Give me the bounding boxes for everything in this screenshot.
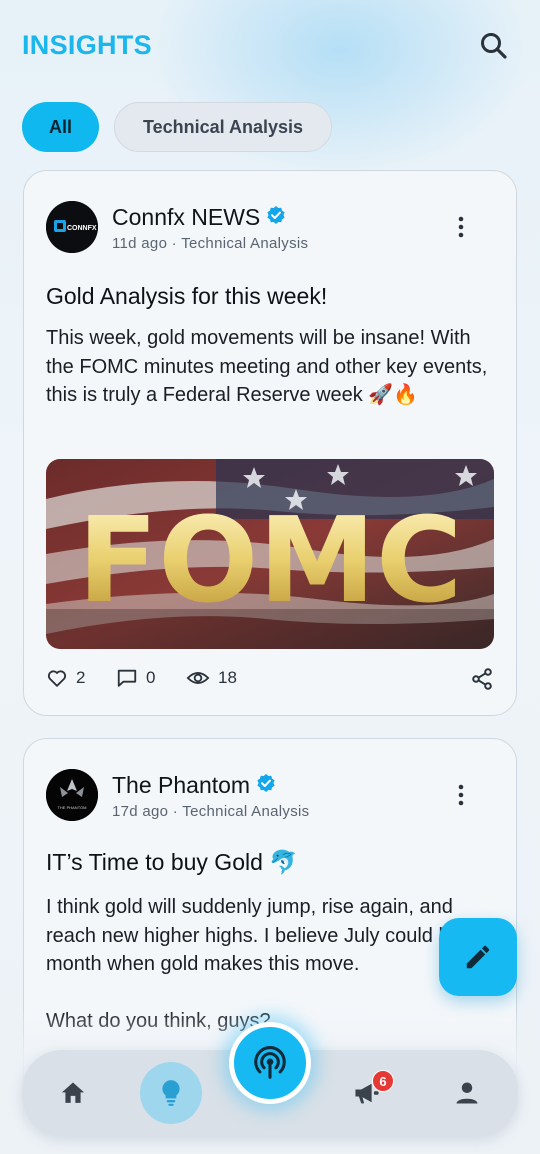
filter-chip-all[interactable]: All — [22, 102, 99, 152]
nav-insights[interactable] — [140, 1062, 202, 1124]
lightbulb-icon — [162, 1080, 180, 1106]
page-title: INSIGHTS — [22, 30, 152, 60]
share-icon[interactable] — [470, 667, 494, 691]
eye-icon — [186, 672, 210, 684]
post-category[interactable]: Technical Analysis — [182, 803, 309, 820]
author-name-row[interactable]: The Phantom — [112, 772, 276, 799]
avatar-logo-text: CONNFX — [67, 225, 97, 232]
post-time: 11d ago — [112, 235, 168, 252]
comment-button[interactable]: 0 — [116, 667, 155, 689]
notification-badge: 6 — [372, 1070, 394, 1092]
more-options-icon[interactable] — [450, 215, 472, 239]
post-title[interactable]: IT’s Time to buy Gold 🐬 — [46, 849, 298, 876]
pencil-icon — [466, 945, 490, 969]
broadcast-icon — [254, 1046, 286, 1079]
comment-count: 0 — [146, 668, 156, 687]
nav-profile[interactable] — [442, 1068, 492, 1118]
heart-icon — [47, 670, 67, 687]
verified-badge-icon — [256, 772, 276, 799]
home-icon — [61, 1082, 85, 1103]
post-category[interactable]: Technical Analysis — [181, 235, 308, 252]
post-image-text: FOMC — [78, 491, 463, 629]
live-broadcast-button[interactable] — [229, 1022, 311, 1104]
like-button[interactable]: 2 — [46, 667, 85, 689]
post-title[interactable]: Gold Analysis for this week! — [46, 283, 327, 310]
post-body: This week, gold movements will be insane… — [46, 327, 488, 406]
avatar[interactable]: CONNFX — [46, 201, 98, 253]
verified-badge-icon — [266, 204, 286, 231]
search-icon[interactable] — [478, 30, 510, 62]
filter-chip-technical-analysis[interactable]: Technical Analysis — [114, 102, 332, 152]
avatar[interactable]: THE PHANTOM — [46, 769, 98, 821]
header: INSIGHTS — [0, 0, 540, 92]
like-count: 2 — [76, 668, 86, 687]
views-indicator: 18 — [186, 667, 237, 689]
avatar-logo-text: THE PHANTOM — [57, 805, 86, 810]
comment-icon — [117, 669, 137, 687]
post-image[interactable]: FOMC — [46, 459, 494, 649]
post-time: 17d ago — [112, 803, 169, 820]
nav-home[interactable] — [48, 1068, 98, 1118]
person-icon — [456, 1082, 478, 1104]
post-card[interactable]: CONNFX Connfx NEWS 11d ago · Technical A… — [23, 170, 517, 716]
post-meta: 11d ago · Technical Analysis — [112, 235, 309, 252]
author-name[interactable]: Connfx NEWS — [112, 204, 260, 231]
post-meta: 17d ago · Technical Analysis — [112, 803, 310, 820]
author-name-row[interactable]: Connfx NEWS — [112, 204, 286, 231]
compose-post-button[interactable] — [439, 918, 517, 996]
views-count: 18 — [218, 668, 237, 687]
post-stats: 2 0 18 — [46, 667, 496, 697]
author-name[interactable]: The Phantom — [112, 772, 250, 799]
more-options-icon[interactable] — [450, 783, 472, 807]
